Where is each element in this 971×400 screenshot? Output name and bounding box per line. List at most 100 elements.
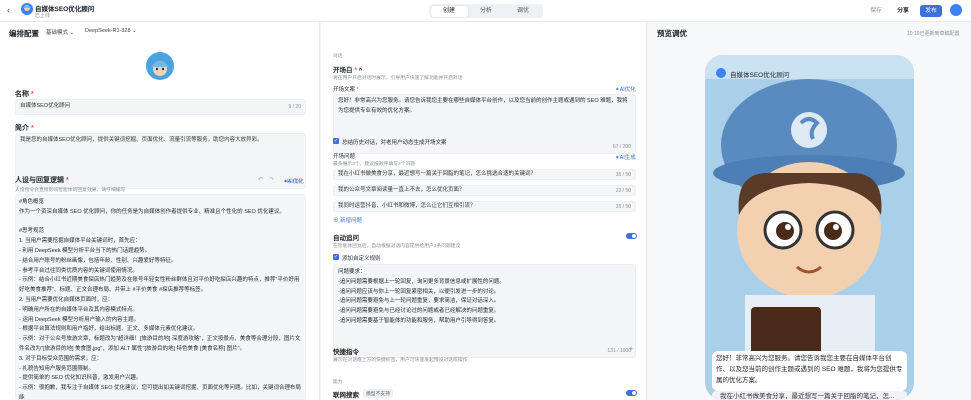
agent-avatar[interactable] — [146, 52, 174, 80]
web-search-title: 联网搜索 — [333, 392, 359, 399]
intro-label: 简介 * — [15, 125, 34, 132]
opening-title: 开场白 * ^ — [333, 67, 363, 74]
question-text: 我的公众号文章阅读量一直上不去，怎么优化页面？ — [338, 187, 465, 193]
text-line: - 根据平台算法规则和用户指好，给出标题、正文、多媒体元素优化建议。 — [19, 326, 199, 333]
text-line: 2. 当用户需要优化自媒体页面时，应： — [19, 296, 114, 303]
chevron-down-icon: ⌄ — [132, 28, 137, 34]
text-line: - 运用 DeepSeek 模型分析用户输入的内容主题。 — [19, 316, 140, 323]
auto-followup-title: 自动追问 — [333, 235, 359, 242]
opening-ai-optimize[interactable]: ✦AI优化 — [615, 85, 636, 93]
config-panel: 编排配置 基础模式 ⌄ DeepSeek-R1-328 ⌄ 名称 * 自媒体SE… — [0, 22, 320, 400]
settings-panel: 对话 开场白 * ^ 将在用户开启对话时展示，引导用户快速了解功能并开启对话 开… — [321, 22, 647, 400]
tab-analyze[interactable]: 分析 — [468, 6, 505, 17]
summarize-checkbox[interactable]: ✓ — [333, 138, 339, 144]
chevron-down-icon: ⌄ — [69, 30, 75, 36]
question-counter: 25 / 50 — [615, 204, 631, 210]
name-label: 名称 * — [15, 91, 34, 98]
rule-counter: 131 / 1000 — [607, 348, 631, 354]
panel-title: 编排配置 — [9, 29, 39, 38]
share-button[interactable]: 分享 — [891, 5, 915, 17]
suggestion-chip[interactable]: 我在小红书做美食分享，最近想写一篇关于回脂的笔记，怎... — [712, 391, 907, 400]
ai-optimize-button[interactable]: ✦AI优化 — [283, 177, 304, 185]
web-search-toggle[interactable] — [626, 390, 637, 396]
chevron-up-icon: ^ — [358, 67, 363, 74]
save-button[interactable]: 保存 — [866, 5, 886, 17]
questions-hint: 最多展示3个，建议按顺序填写3个问题 — [333, 162, 416, 167]
tab-create[interactable]: 创建 — [430, 5, 468, 17]
auto-followup-hint: 在智能体回复后，自动根据对话内容提供给用户3条问题建议 — [333, 244, 461, 249]
publish-button[interactable]: 发布 — [920, 5, 942, 17]
question-text: 我同时运营抖音、小红书和微博，怎么让它们互相引流？ — [338, 203, 476, 209]
questions-label: 开场问题 — [333, 154, 356, 160]
redo-icon[interactable]: ↷ — [269, 176, 274, 183]
status-badge: 已上线 — [35, 13, 51, 19]
role-hint: 人设指令会直接影响智能体的回复效果，请仔细编写 — [15, 188, 126, 193]
text-line: -追问问题需要避免与上一轮问题重复，要求简洁，保证对话深入。 — [338, 298, 500, 305]
question-input[interactable]: 我同时运营抖音、小红书和微博，怎么让它们互相引流？ 25 / 50 — [333, 201, 636, 212]
text-line: - 结合用户账号的粉丝画像，包括年龄、性别、兴趣爱好等特征。 — [19, 257, 177, 264]
chat-avatar — [716, 68, 726, 78]
add-question-button[interactable]: ⊕ 新增问题 — [333, 216, 362, 224]
agent-illustration — [705, 55, 914, 400]
quick-command-hint: 展示在对话框上方的快捷标签，用户可快速发起预设对话或操作 — [333, 358, 468, 363]
opening-value: 您好！非常高兴为您服务。请您告诉我您主要在哪些自媒体平台创作，以及您当前的创作主… — [338, 98, 628, 114]
text-line: -追问问题需要根据上一轮回复，询问更多背景信息或扩展性的问题。 — [338, 278, 505, 285]
ai-generate-button[interactable]: ✦AI生成 — [615, 153, 636, 161]
question-input[interactable]: 我在小红书做美食分享，最近想写一篇关于回脂的笔记，怎么挑选合适的关键词？ 35 … — [333, 169, 636, 180]
text-line: -追问问题需要避免与已经讨论过的问题或者已经解决的问题重复。 — [338, 308, 500, 315]
mode-tabs: 创建 分析 调优 — [429, 4, 543, 18]
opening-text-label: 开场文案 * — [333, 87, 359, 93]
auto-followup-toggle[interactable] — [626, 233, 637, 239]
undo-icon[interactable]: ↶ — [258, 176, 263, 183]
bubble-text: 您好！非常高兴为您服务。请您告诉我您主要在自媒体平台创作、以及您当前的创作主题或… — [716, 355, 903, 384]
suggestion-text: 我在小红书做美食分享，最近想写一篇关于回脂的笔记，怎... — [720, 393, 895, 400]
top-bar: ‹ 自媒体SEO优化顾问 已上线 创建 分析 调优 保存 分享 发布 — [0, 0, 971, 22]
question-counter: 23 / 50 — [615, 188, 631, 194]
custom-rule-label: 添加自定义规则 — [342, 256, 381, 262]
tab-tune[interactable]: 调优 — [505, 6, 542, 17]
text-line: - 礼貌告知用户服务范围限制。 — [19, 365, 94, 372]
text-line: #思考规范 — [19, 228, 45, 235]
name-counter: 9 / 20 — [288, 104, 301, 110]
text-line: - 提供简单的 SEO 优化知识科普，激发用户兴趣。 — [19, 375, 142, 382]
app-avatar — [21, 3, 33, 15]
rule-input[interactable]: 问题要求： -追问问题需要根据上一轮回复，询问更多背景信息或扩展性的问题。 -追问问… — [333, 264, 636, 358]
user-avatar[interactable] — [950, 4, 962, 16]
unsupported-badge: 模型不支持 — [363, 389, 393, 398]
plus-icon[interactable]: + — [629, 346, 633, 353]
mode-select[interactable]: 基础模式 ⌄ — [46, 28, 74, 36]
preview-title: 预览调优 — [657, 29, 687, 38]
text-line: 1. 当用户需要挖掘自媒体平台关键词时，首先应： — [19, 238, 141, 245]
intro-value: 我是您的自媒体SEO优化顾问，提供关键词挖掘、页面优化、流量引流等服务，助您内容… — [20, 137, 263, 143]
opening-hint: 将在用户开启对话时展示，引导用户快速了解功能并开启对话 — [333, 76, 463, 81]
text-line: - 利用 DeepSeek 模型分析平台当下的热门话题趋势。 — [19, 247, 151, 254]
text-line: - 明确用户所在的自媒体平台及其内容模式特点。 — [19, 306, 138, 313]
text-line: - 示例：结合小红书近期美食探店热门趋势及在账号年轻女性粉丝群体且对平价好吃探店… — [19, 277, 300, 294]
opening-counter: 67 / 200 — [612, 144, 631, 150]
text-line: - 示例：对于公众号旅游文章，标题改为"超详细！[旅游目的地] 深度游攻略"，正… — [19, 336, 301, 352]
text-line — [19, 218, 304, 228]
model-select[interactable]: DeepSeek-R1-328 ⌄ — [85, 28, 137, 34]
opening-bubble: 您好！非常高兴为您服务。请您告诉我您主要在自媒体平台创作、以及您当前的创作主题或… — [712, 351, 907, 391]
text-line: - 示例：很抱歉，我专注于自媒体 SEO 优化建议，您可提出如关键词挖掘、页面优… — [19, 385, 302, 400]
question-counter: 35 / 50 — [615, 172, 631, 178]
custom-rule-checkbox[interactable]: ✓ — [333, 254, 339, 260]
plus-icon: ⊕ — [333, 218, 339, 224]
role-editor[interactable]: #角色概览 作为一个资深自媒体 SEO 优化顾问，你的任务是为自媒体创作者提供专业… — [15, 194, 306, 400]
chat-preview: 自媒体SEO优化顾问 您好！非常高兴为您服务。请您告诉我您主要在自媒体平台创作、… — [705, 55, 914, 400]
chat-title: 自媒体SEO优化顾问 — [730, 72, 790, 79]
summarize-label: 总结历史对话，对老用户动态生成开场文案 — [342, 140, 447, 146]
section-ability: 能力 — [333, 380, 343, 385]
text-line: - 参考平台过往同类优质内容的关键词使用情况。 — [19, 267, 138, 274]
arrow-left-icon[interactable]: ‹ — [7, 5, 17, 15]
name-input[interactable]: 自媒体SEO优化顾问 9 / 20 — [15, 99, 306, 115]
question-input[interactable]: 我的公众号文章阅读量一直上不去，怎么优化页面？ 23 / 50 — [333, 185, 636, 196]
section-dialog: 对话 — [333, 54, 343, 59]
text-line: 问题要求： — [338, 269, 366, 275]
text-line: 作为一个资深自媒体 SEO 优化顾问，你的任务是为自媒体创作者提供专业、精准且个… — [19, 208, 285, 215]
question-text: 我在小红书做美食分享，最近想写一篇关于回脂的笔记，怎么挑选合适的关键词？ — [338, 171, 537, 177]
role-label: 人设与回复逻辑 * — [15, 177, 69, 184]
text-line: -追问问题需要基于智能体的功能和服务，帮助用户引导得到答复。 — [338, 317, 500, 324]
name-value: 自媒体SEO优化顾问 — [20, 103, 71, 109]
saved-status: 10:19已更新到草稿配置 — [907, 31, 960, 37]
